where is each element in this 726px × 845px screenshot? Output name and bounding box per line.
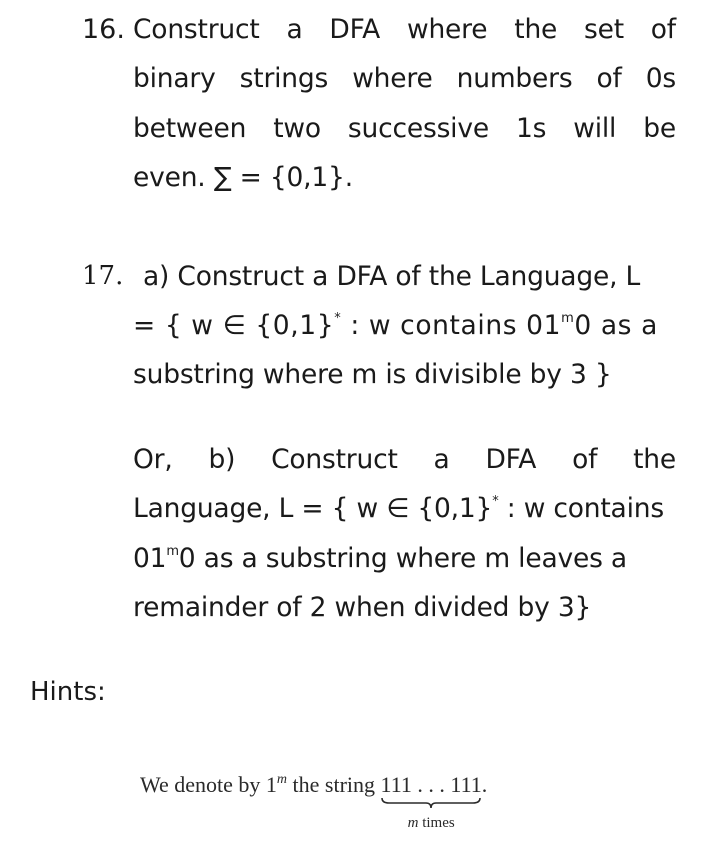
question-16-line-3: between two successive 1s will be (133, 112, 676, 144)
question-17b-line-2: Language, L = { w ∈ {0,1}* : w contains (133, 493, 664, 525)
question-17b-line-3: 01m0 as a substring where m leaves a (133, 542, 627, 574)
hint-superscript: m (276, 772, 288, 787)
underbrace-group: 111 . . . 111 m times (380, 770, 482, 831)
question-17a-cont: = { w ∈ {0,1}* : w contains 01m0 as a su… (133, 301, 676, 400)
question-17a-text: a) Construct a DFA of the Language, L (143, 252, 676, 301)
underbrace-label: m times (407, 815, 455, 831)
hints-label: Hints: (30, 677, 106, 707)
question-17-number: 17. (82, 261, 124, 291)
hint-math-notation: We denote by 1m the string 111 . . . 111… (140, 770, 488, 831)
question-17a-line-3: substring where m is divisible by 3 } (133, 359, 612, 391)
question-17b-text: Or, b) Construct a DFA of the Language, … (133, 435, 676, 632)
question-17b-line-4: remainder of 2 when divided by 3} (133, 591, 592, 623)
question-16-text: Construct a DFA where the set of binary … (133, 5, 676, 202)
question-17a-line-1: a) Construct a DFA of the Language, L (143, 261, 641, 292)
question-16-line-2: binary strings where numbers of 0s (133, 63, 676, 95)
hint-prefix: We denote by 1 (140, 772, 277, 797)
question-16-line-1: Construct a DFA where the set of (133, 14, 676, 45)
hint-braced-string: 111 . . . 111 (380, 772, 482, 797)
question-17b-line-1: Or, b) Construct a DFA of the (133, 444, 676, 475)
question-17a-line-2: = { w ∈ {0,1}* : w contains 01m0 as a (133, 310, 658, 341)
hint-middle: the string (287, 772, 381, 797)
hint-suffix: . (481, 772, 488, 797)
question-16-line-4: even. ∑ = {0,1}. (133, 161, 353, 193)
question-16-number: 16. (82, 14, 125, 45)
